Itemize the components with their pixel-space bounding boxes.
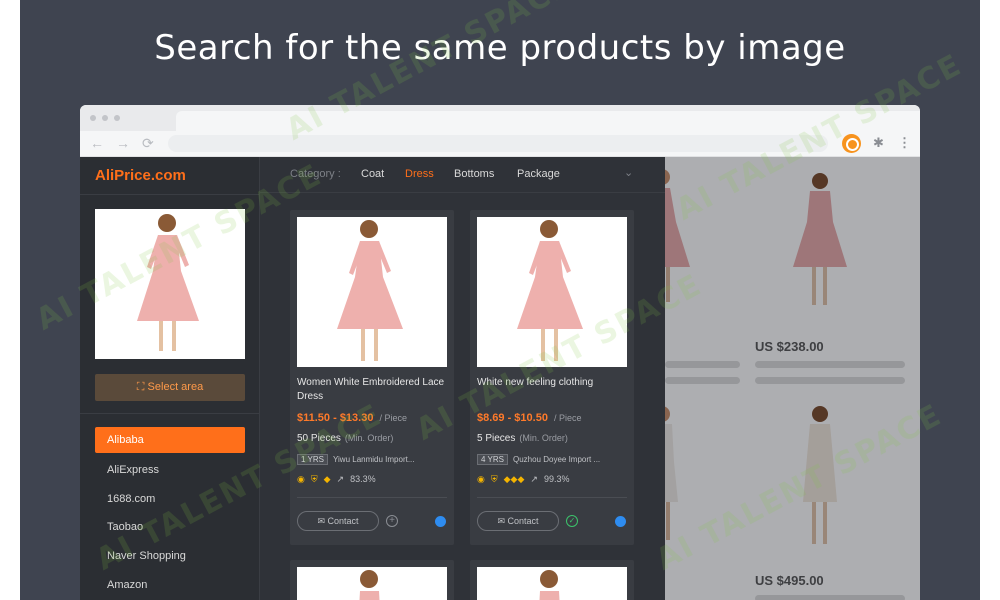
- years-badge: 1 YRS: [297, 454, 328, 465]
- moq-value: 5 Pieces: [477, 433, 516, 444]
- browser-tab[interactable]: [176, 111, 920, 131]
- min-order: 5 Pieces (Min. Order): [477, 433, 568, 444]
- supplier-name[interactable]: Quzhou Doyee Import ...: [513, 455, 600, 464]
- browser-window: ← → ⟳ ✱ ⋮ US $238.00 US $495.00 AliPrice…: [80, 105, 920, 600]
- source-item-taobao[interactable]: Taobao: [95, 514, 245, 540]
- source-item-naver-shopping[interactable]: Naver Shopping: [95, 543, 245, 569]
- browser-menu-icon[interactable]: ⋮: [898, 135, 911, 151]
- window-dot-icon: [102, 115, 108, 121]
- window-dot-icon: [114, 115, 120, 121]
- add-icon[interactable]: +: [386, 515, 398, 527]
- response-rate: 99.3%: [543, 474, 570, 484]
- price-unit: / Piece: [553, 413, 582, 423]
- product-image[interactable]: [297, 217, 447, 367]
- forward-arrow-icon[interactable]: →: [116, 134, 130, 152]
- supplier-info: 1 YRS Yiwu Lanmidu Import...: [297, 454, 415, 465]
- reload-icon[interactable]: ⟳: [142, 134, 154, 152]
- browser-tabbar: [80, 105, 920, 131]
- category-bar: Category : Coat Dress Bottoms Package ⌄: [260, 157, 665, 193]
- trade-assurance-icon: ◉: [477, 474, 485, 484]
- supplier-name[interactable]: Yiwu Lanmidu Import...: [333, 455, 415, 464]
- source-item-1688[interactable]: 1688.com: [95, 486, 245, 512]
- response-rate: 83.3%: [350, 474, 376, 484]
- contact-button[interactable]: ✉ Contact: [297, 511, 379, 531]
- browser-toolbar: ← → ⟳ ✱ ⋮: [80, 131, 920, 157]
- result-card[interactable]: [470, 560, 634, 600]
- moq-note: (Min. Order): [344, 433, 394, 443]
- window-dot-icon: [90, 115, 96, 121]
- source-item-aliexpress[interactable]: AliExpress: [95, 457, 245, 483]
- moq-value: 50 Pieces: [297, 433, 341, 444]
- back-arrow-icon[interactable]: ←: [90, 134, 104, 152]
- address-bar[interactable]: [168, 135, 828, 152]
- product-price: $11.50 - $13.30 / Piece: [297, 412, 407, 424]
- contact-button[interactable]: ✉ Contact: [477, 511, 559, 531]
- dress-image: [539, 570, 560, 600]
- select-area-button[interactable]: ⛶ Select area: [95, 374, 245, 401]
- price-unit: / Piece: [379, 413, 407, 423]
- dress-image: [137, 214, 199, 351]
- dress-image: [337, 220, 403, 361]
- diamond-icon: ◆: [323, 474, 331, 484]
- product-image[interactable]: [477, 567, 627, 600]
- category-label: Category :: [290, 168, 341, 180]
- supplier-badges: ◉ ⛨ ◆ ↗ 83.3%: [297, 474, 376, 485]
- chevron-down-icon[interactable]: ⌄: [624, 166, 633, 179]
- puzzle-icon[interactable]: ✱: [873, 135, 884, 151]
- aliprice-extension-icon[interactable]: [842, 134, 861, 153]
- divider: [80, 194, 260, 195]
- check-icon[interactable]: ✓: [566, 515, 578, 527]
- divider: [477, 497, 627, 498]
- supplier-info: 4 YRS Quzhou Doyee Import ...: [477, 454, 600, 465]
- category-bottoms[interactable]: Bottoms: [454, 168, 494, 180]
- query-image: [95, 209, 245, 359]
- supplier-badges: ◉ ⛨ ◆◆◆ ↗ 99.3%: [477, 474, 569, 485]
- min-order: 50 Pieces (Min. Order): [297, 433, 393, 444]
- result-card[interactable]: White new feeling clothing $8.69 - $10.5…: [470, 210, 634, 545]
- price-range: $11.50 - $13.30: [297, 412, 374, 424]
- chat-icon[interactable]: [615, 516, 626, 527]
- product-image[interactable]: [297, 567, 447, 600]
- mail-icon: ✉: [497, 516, 508, 526]
- divider: [80, 413, 260, 414]
- diamond-icon: ◆◆◆: [503, 474, 525, 484]
- result-card[interactable]: [290, 560, 454, 600]
- product-price: $8.69 - $10.50 / Piece: [477, 412, 581, 424]
- source-item-amazon[interactable]: Amazon: [95, 572, 245, 598]
- aliprice-panel: AliPrice.com ⛶ Select area Alibaba AliEx…: [80, 157, 665, 600]
- product-image[interactable]: [477, 217, 627, 367]
- result-card[interactable]: Women White Embroidered Lace Dress $11.5…: [290, 210, 454, 545]
- trade-assurance-icon: ◉: [297, 474, 305, 484]
- price-range: $8.69 - $10.50: [477, 412, 548, 424]
- contact-label: Contact: [327, 516, 359, 526]
- contact-label: Contact: [507, 516, 539, 526]
- chat-icon[interactable]: [435, 516, 446, 527]
- product-title[interactable]: Women White Embroidered Lace Dress: [297, 376, 447, 404]
- dress-image: [359, 570, 380, 600]
- crop-icon: ⛶: [136, 381, 148, 393]
- moq-note: (Min. Order): [519, 433, 568, 443]
- promo-stage: Search for the same products by image ← …: [20, 0, 980, 600]
- mail-icon: ✉: [317, 516, 328, 526]
- verified-shield-icon: ⛨: [310, 474, 318, 484]
- product-title[interactable]: White new feeling clothing: [477, 376, 627, 390]
- source-item-alibaba[interactable]: Alibaba: [95, 427, 245, 453]
- years-badge: 4 YRS: [477, 454, 508, 465]
- headline: Search for the same products by image: [154, 28, 846, 68]
- category-dress[interactable]: Dress: [405, 168, 434, 180]
- dress-image: [517, 220, 583, 361]
- panel-sidebar: AliPrice.com ⛶ Select area Alibaba AliEx…: [80, 157, 260, 600]
- category-package[interactable]: Package: [517, 168, 560, 180]
- share-arrow-icon: ↗: [530, 474, 538, 484]
- category-coat[interactable]: Coat: [361, 168, 384, 180]
- divider: [297, 497, 447, 498]
- aliprice-logo[interactable]: AliPrice.com: [95, 167, 186, 184]
- select-area-label: Select area: [147, 381, 204, 393]
- share-arrow-icon: ↗: [336, 474, 345, 484]
- verified-shield-icon: ⛨: [490, 474, 498, 484]
